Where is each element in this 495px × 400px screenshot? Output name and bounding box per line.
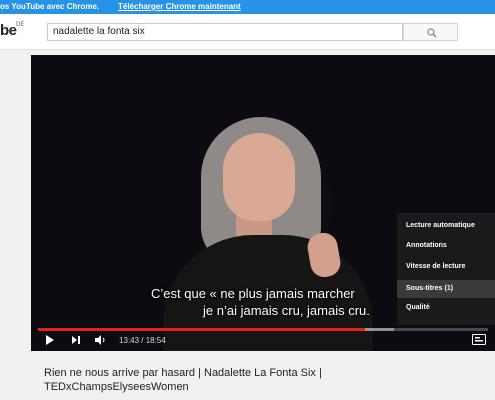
speaker-face bbox=[223, 133, 295, 221]
download-chrome-link[interactable]: Télécharger Chrome maintenant bbox=[118, 0, 241, 14]
player-controls: 13:43 / 18:54 bbox=[31, 331, 495, 351]
menu-item-quality[interactable]: Qualité bbox=[406, 304, 430, 311]
menu-item-annotations[interactable]: Annotations bbox=[406, 242, 447, 249]
volume-icon[interactable] bbox=[94, 334, 106, 346]
region-code: DE bbox=[16, 22, 25, 28]
search-input[interactable]: nadalette la fonta six bbox=[47, 23, 403, 41]
time-display: 13:43 / 18:54 bbox=[119, 336, 166, 345]
promo-banner: os YouTube avec Chrome. Télécharger Chro… bbox=[0, 0, 495, 14]
menu-item-playback-speed[interactable]: Vitesse de lecture bbox=[406, 263, 465, 270]
play-icon[interactable] bbox=[45, 334, 55, 346]
promo-text: os YouTube avec Chrome. bbox=[0, 2, 100, 11]
youtube-logo[interactable]: be bbox=[0, 22, 17, 39]
search-button[interactable] bbox=[403, 23, 458, 41]
subtitles-icon[interactable] bbox=[472, 334, 486, 345]
search-icon bbox=[427, 28, 437, 38]
menu-item-subtitles[interactable]: Sous-titres (1) bbox=[397, 280, 495, 298]
next-icon[interactable] bbox=[71, 334, 81, 346]
video-player[interactable]: C’est que « ne plus jamais marcher je n’… bbox=[31, 55, 495, 351]
header: be DE nadalette la fonta six bbox=[0, 14, 495, 50]
settings-menu: Lecture automatique Annotations Vitesse … bbox=[397, 213, 495, 325]
video-title: Rien ne nous arrive par hasard | Nadalet… bbox=[44, 367, 322, 393]
menu-item-autoplay[interactable]: Lecture automatique bbox=[406, 222, 475, 229]
